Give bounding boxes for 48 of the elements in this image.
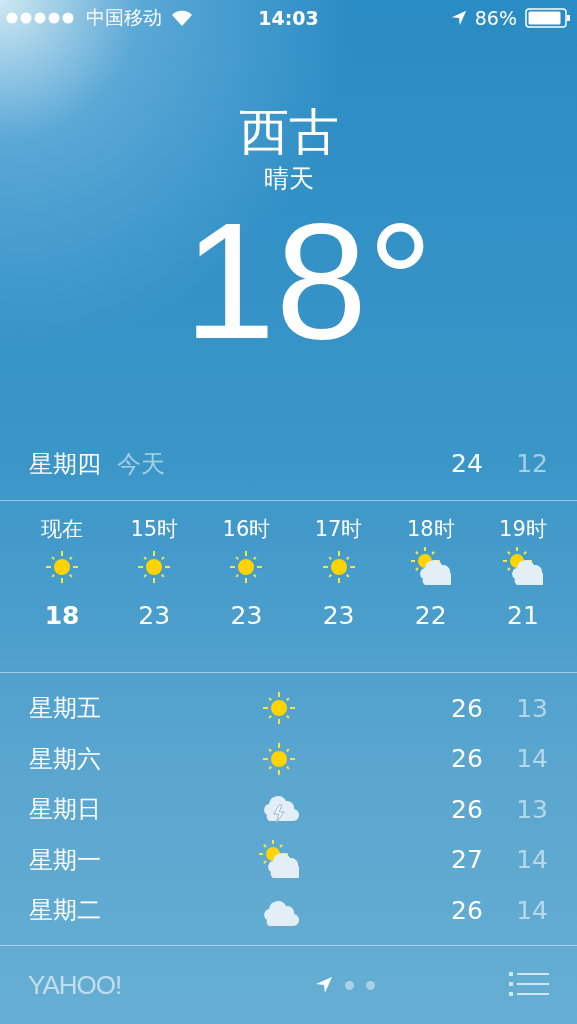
hour-label: 17时	[314, 516, 363, 543]
weather-condition: 晴天	[263, 163, 314, 195]
hour-label: 现在	[41, 516, 84, 543]
high-temperature: 27	[450, 845, 484, 875]
status-time: 14:03	[258, 7, 319, 29]
hour-temperature: 21	[507, 601, 539, 630]
weekday-label: 星期一	[29, 844, 102, 876]
battery-icon	[525, 8, 571, 28]
sun-cloud-icon	[502, 547, 543, 587]
high-temperature: 26	[450, 693, 484, 723]
battery-percent: 86%	[474, 7, 517, 29]
current-temperature: 18°	[183, 196, 434, 366]
high-temperature: 26	[450, 794, 484, 824]
high-temperature: 24	[450, 449, 484, 478]
hour-temperature: 22	[414, 601, 447, 630]
low-temperature: 14	[515, 895, 548, 925]
hour-temperature: 23	[322, 601, 355, 630]
weekday-label: 星期五	[29, 693, 102, 725]
hour-label: 15时	[130, 516, 179, 543]
hour-temperature: 23	[138, 601, 171, 630]
sun-cloud-icon	[259, 839, 299, 880]
city-name: 西古	[238, 102, 339, 162]
wifi-icon	[170, 9, 194, 27]
hour-label: 18时	[406, 516, 455, 543]
low-temperature: 14	[515, 744, 548, 774]
today-label: 今天	[117, 448, 166, 480]
low-temperature: 12	[515, 449, 548, 478]
page-dot[interactable]	[345, 980, 355, 990]
hour-temperature: 18	[44, 601, 80, 630]
yahoo-logo[interactable]: YAHOO!	[28, 969, 122, 1001]
hour-temperature: 23	[230, 601, 263, 630]
location-page-icon[interactable]	[315, 976, 334, 994]
sun-cloud-icon	[410, 547, 451, 587]
high-temperature: 26	[450, 744, 484, 774]
low-temperature: 13	[515, 794, 548, 824]
hour-label: 19时	[499, 516, 547, 543]
low-temperature: 13	[515, 693, 548, 723]
weekday-label: 星期二	[29, 895, 102, 927]
high-temperature: 26	[450, 895, 484, 925]
today-weekday: 星期四	[29, 448, 101, 480]
low-temperature: 14	[515, 845, 548, 875]
weekday-label: 星期六	[29, 743, 102, 775]
hour-label: 16时	[222, 516, 271, 543]
weekday-label: 星期日	[29, 794, 102, 826]
location-icon	[450, 10, 467, 26]
carrier-name: 中国移动	[86, 5, 162, 30]
page-dot[interactable]	[366, 980, 376, 990]
list-icon[interactable]	[509, 972, 549, 998]
